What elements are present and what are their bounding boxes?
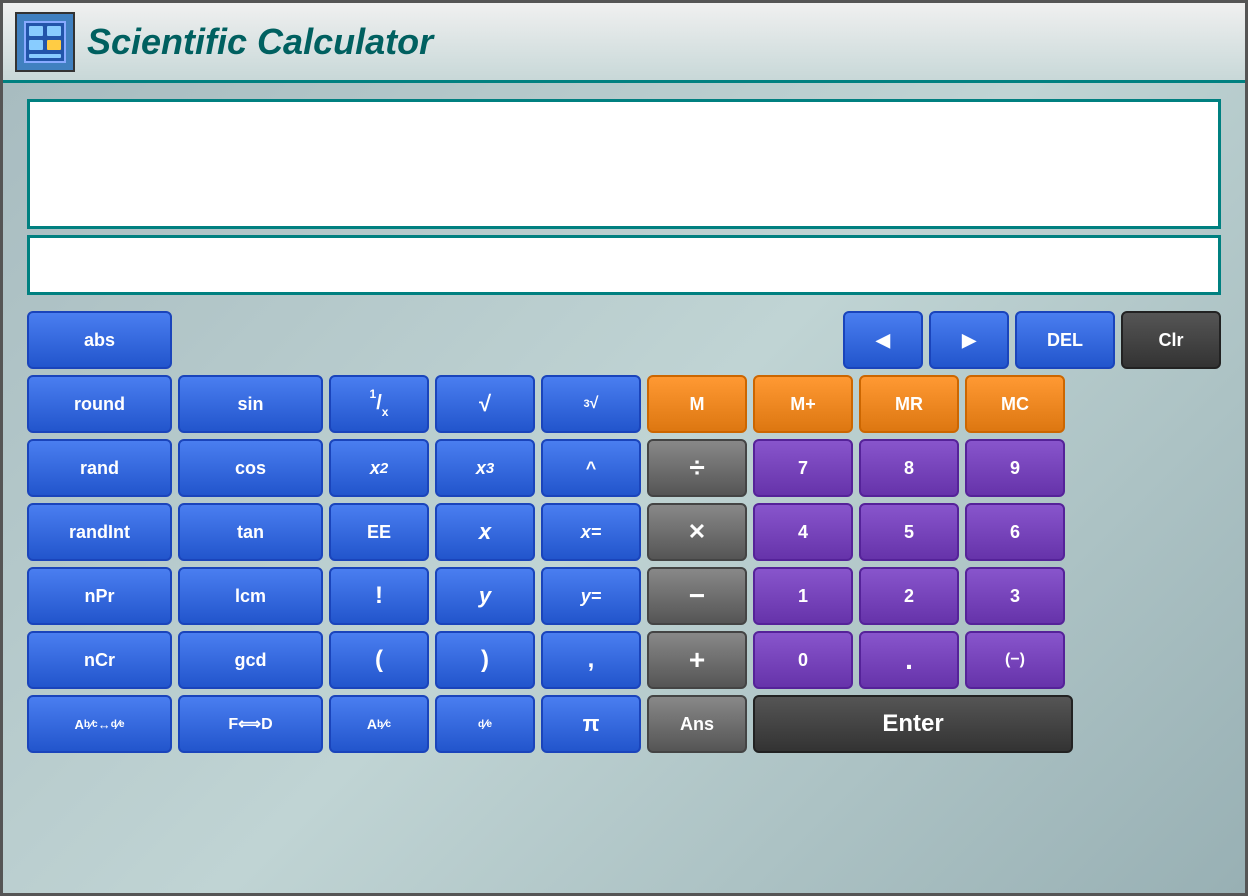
- calculator: Scientific Calculator abs ◀ ▶ DEL Clr ro…: [0, 0, 1248, 896]
- n5-button[interactable]: 5: [859, 503, 959, 561]
- button-row-1: round sin 1/x √ 3√ M M+ MR MC: [27, 375, 1221, 433]
- tan-button[interactable]: tan: [178, 503, 323, 561]
- del-button[interactable]: DEL: [1015, 311, 1115, 369]
- app-icon: [15, 12, 75, 72]
- nCr-button[interactable]: nCr: [27, 631, 172, 689]
- frac-conv-button[interactable]: Ab⁄c ↔ d⁄e: [27, 695, 172, 753]
- plus-button[interactable]: +: [647, 631, 747, 689]
- rand-button[interactable]: rand: [27, 439, 172, 497]
- EE-button[interactable]: EE: [329, 503, 429, 561]
- main-display[interactable]: [27, 99, 1221, 229]
- lparen-button[interactable]: (: [329, 631, 429, 689]
- gcd-button[interactable]: gcd: [178, 631, 323, 689]
- y-var-button[interactable]: y: [435, 567, 535, 625]
- display-area: [27, 99, 1221, 295]
- Mplus-button[interactable]: M+: [753, 375, 853, 433]
- y-eq-button[interactable]: y=: [541, 567, 641, 625]
- button-row-2: rand cos x2 x3 ^ ÷ 7 8 9: [27, 439, 1221, 497]
- enter-button[interactable]: Enter: [753, 695, 1073, 753]
- button-row-5: nCr gcd ( ) , + 0 . (−): [27, 631, 1221, 689]
- n2-button[interactable]: 2: [859, 567, 959, 625]
- title-bar: Scientific Calculator: [3, 3, 1245, 83]
- n7-button[interactable]: 7: [753, 439, 853, 497]
- n9-button[interactable]: 9: [965, 439, 1065, 497]
- button-row-0: abs ◀ ▶ DEL Clr: [27, 311, 1221, 369]
- pi-button[interactable]: π: [541, 695, 641, 753]
- n3-button[interactable]: 3: [965, 567, 1065, 625]
- f-to-d-button[interactable]: F⟺D: [178, 695, 323, 753]
- neg-button[interactable]: (−): [965, 631, 1065, 689]
- cbrt-button[interactable]: 3√: [541, 375, 641, 433]
- button-row-6: Ab⁄c ↔ d⁄e F⟺D Ab⁄c d⁄e π Ans Enter: [27, 695, 1221, 753]
- divide-button[interactable]: ÷: [647, 439, 747, 497]
- nPr-button[interactable]: nPr: [27, 567, 172, 625]
- app-title: Scientific Calculator: [87, 21, 433, 63]
- clr-button[interactable]: Clr: [1121, 311, 1221, 369]
- M-button[interactable]: M: [647, 375, 747, 433]
- n8-button[interactable]: 8: [859, 439, 959, 497]
- n1-button[interactable]: 1: [753, 567, 853, 625]
- x-eq-button[interactable]: x=: [541, 503, 641, 561]
- d-e-button[interactable]: d⁄e: [435, 695, 535, 753]
- inv-x-button[interactable]: 1/x: [329, 375, 429, 433]
- minus-button[interactable]: −: [647, 567, 747, 625]
- n4-button[interactable]: 4: [753, 503, 853, 561]
- sqrt-button[interactable]: √: [435, 375, 535, 433]
- x2-button[interactable]: x2: [329, 439, 429, 497]
- round-button[interactable]: round: [27, 375, 172, 433]
- left-arrow-button[interactable]: ◀: [843, 311, 923, 369]
- caret-button[interactable]: ^: [541, 439, 641, 497]
- ans-button[interactable]: Ans: [647, 695, 747, 753]
- factorial-button[interactable]: !: [329, 567, 429, 625]
- comma-button[interactable]: ,: [541, 631, 641, 689]
- rparen-button[interactable]: ): [435, 631, 535, 689]
- secondary-display[interactable]: [27, 235, 1221, 295]
- x3-button[interactable]: x3: [435, 439, 535, 497]
- right-arrow-button[interactable]: ▶: [929, 311, 1009, 369]
- abs-button[interactable]: abs: [27, 311, 172, 369]
- MR-button[interactable]: MR: [859, 375, 959, 433]
- lcm-button[interactable]: lcm: [178, 567, 323, 625]
- multiply-button[interactable]: ✕: [647, 503, 747, 561]
- A-frac-button[interactable]: Ab⁄c: [329, 695, 429, 753]
- n0-button[interactable]: 0: [753, 631, 853, 689]
- cos-button[interactable]: cos: [178, 439, 323, 497]
- sin-button[interactable]: sin: [178, 375, 323, 433]
- button-row-4: nPr lcm ! y y= − 1 2 3: [27, 567, 1221, 625]
- dot-button[interactable]: .: [859, 631, 959, 689]
- MC-button[interactable]: MC: [965, 375, 1065, 433]
- buttons-area: abs ◀ ▶ DEL Clr round sin 1/x √ 3√ M: [27, 311, 1221, 877]
- button-row-3: randInt tan EE x x= ✕ 4 5 6: [27, 503, 1221, 561]
- x-var-button[interactable]: x: [435, 503, 535, 561]
- randInt-button[interactable]: randInt: [27, 503, 172, 561]
- main-body: abs ◀ ▶ DEL Clr round sin 1/x √ 3√ M: [3, 83, 1245, 893]
- n6-button[interactable]: 6: [965, 503, 1065, 561]
